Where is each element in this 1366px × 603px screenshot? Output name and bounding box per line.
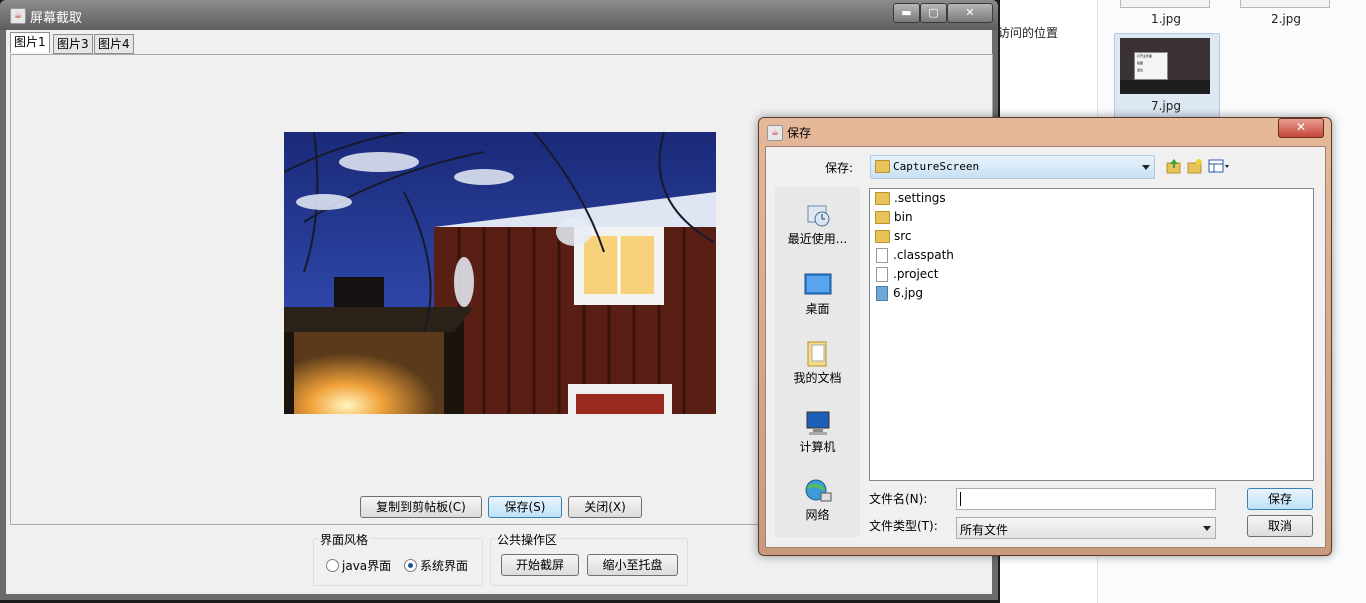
image-file-icon (876, 286, 888, 301)
list-item[interactable]: 6.jpg (875, 284, 923, 302)
radio-system-ui-label[interactable]: 系统界面 (420, 557, 468, 574)
tab-image-3[interactable]: 图片3 (53, 34, 93, 54)
place-documents[interactable]: 我的文档 (775, 341, 860, 386)
style-group-title: 界面风格 (318, 531, 371, 548)
close-icon[interactable]: ✕ (947, 3, 993, 23)
window-title: 屏幕截取 (30, 11, 83, 26)
thumbnail-1[interactable] (1120, 0, 1210, 8)
filename-label: 文件名(N): (869, 492, 928, 506)
file-name: .settings (894, 191, 946, 205)
computer-icon (804, 410, 832, 436)
new-folder-icon[interactable] (1187, 158, 1203, 174)
folder-icon (875, 160, 890, 173)
recent-icon (804, 202, 832, 228)
tab-image-4[interactable]: 图片4 (94, 34, 134, 54)
text-cursor (960, 492, 961, 506)
folder-icon (875, 211, 890, 224)
maximize-icon[interactable]: ▢ (920, 3, 947, 23)
thumbnail-menu-item: 截图 (1137, 61, 1144, 65)
dialog-close-icon[interactable]: ✕ (1278, 118, 1324, 138)
file-icon (876, 248, 888, 263)
radio-system-ui[interactable] (404, 559, 417, 572)
file-name: .classpath (893, 248, 954, 262)
desktop-icon (804, 272, 832, 298)
folder-icon (875, 230, 890, 243)
place-desktop[interactable]: 桌面 (775, 272, 860, 317)
java-icon: ☕ (767, 125, 783, 141)
file-icon (876, 267, 888, 282)
minimize-to-tray-button[interactable]: 缩小至托盘 (587, 554, 678, 576)
file-list[interactable] (869, 188, 1314, 481)
thumbnail-context-menu: 打开主界面 截图 退出 (1134, 52, 1168, 80)
file-name: bin (894, 210, 913, 224)
chevron-down-icon (1203, 526, 1211, 531)
copy-to-clipboard-button[interactable]: 复制到剪帖板(C) (360, 496, 482, 518)
java-icon: ☕ (10, 8, 26, 24)
thumbnail-menu-item: 退出 (1137, 68, 1144, 72)
thumbnail-label: 2.jpg (1270, 12, 1302, 26)
filename-input[interactable] (956, 488, 1216, 510)
place-computer[interactable]: 计算机 (775, 410, 860, 455)
ops-group-title: 公共操作区 (495, 531, 560, 548)
captured-photo-svg (284, 132, 716, 414)
list-item[interactable]: src (875, 227, 912, 245)
place-label: 我的文档 (793, 371, 842, 385)
folder-icon (875, 192, 890, 205)
radio-java-ui[interactable] (326, 559, 339, 572)
list-item[interactable]: bin (875, 208, 913, 226)
place-label: 桌面 (805, 302, 830, 316)
file-name: 6.jpg (893, 286, 924, 300)
list-item[interactable]: .classpath (875, 246, 954, 264)
thumbnail-taskbar (1120, 80, 1210, 94)
list-item[interactable]: .settings (875, 189, 946, 207)
documents-icon (804, 341, 832, 367)
main-titlebar[interactable] (0, 0, 998, 30)
dialog-save-button[interactable]: 保存 (1247, 488, 1313, 510)
chevron-down-icon (1142, 165, 1150, 170)
dialog-cancel-button[interactable]: 取消 (1247, 515, 1313, 537)
explorer-nav-item-recent[interactable]: 访问的位置 (998, 24, 1058, 41)
save-button[interactable]: 保存(S) (488, 496, 562, 518)
network-icon (804, 478, 832, 504)
place-network[interactable]: 网络 (775, 478, 860, 523)
place-recent[interactable]: 最近使用... (775, 202, 860, 247)
thumbnail-label: 1.jpg (1150, 12, 1182, 26)
filetype-label: 文件类型(T): (869, 519, 938, 533)
list-item[interactable]: .project (875, 265, 938, 283)
save-in-value: CaptureScreen (893, 160, 980, 173)
thumbnail-7-image: 打开主界面 截图 退出 (1120, 38, 1210, 94)
filetype-select[interactable]: 所有文件 (956, 517, 1216, 539)
thumbnail-2[interactable] (1240, 0, 1330, 8)
minimize-icon[interactable]: ▬ (893, 3, 920, 23)
save-in-combo[interactable]: CaptureScreen (870, 155, 1155, 179)
captured-image (284, 132, 716, 414)
filetype-value: 所有文件 (960, 523, 1009, 537)
place-label: 计算机 (799, 440, 836, 454)
thumbnail-menu-item: 打开主界面 (1137, 54, 1153, 58)
start-capture-button[interactable]: 开始截屏 (501, 554, 579, 576)
place-label: 网络 (805, 508, 830, 522)
view-menu-icon[interactable] (1208, 158, 1230, 174)
up-folder-icon[interactable] (1166, 158, 1182, 174)
tab-image-1[interactable]: 图片1 (10, 32, 50, 53)
save-in-label: 保存: (825, 161, 854, 175)
file-name: .project (893, 267, 939, 281)
file-name: src (894, 229, 912, 243)
dialog-title: 保存 (787, 126, 812, 140)
thumbnail-label: 7.jpg (1150, 99, 1182, 113)
close-button[interactable]: 关闭(X) (568, 496, 642, 518)
radio-java-ui-label[interactable]: java界面 (342, 557, 391, 574)
place-label: 最近使用... (787, 232, 848, 246)
